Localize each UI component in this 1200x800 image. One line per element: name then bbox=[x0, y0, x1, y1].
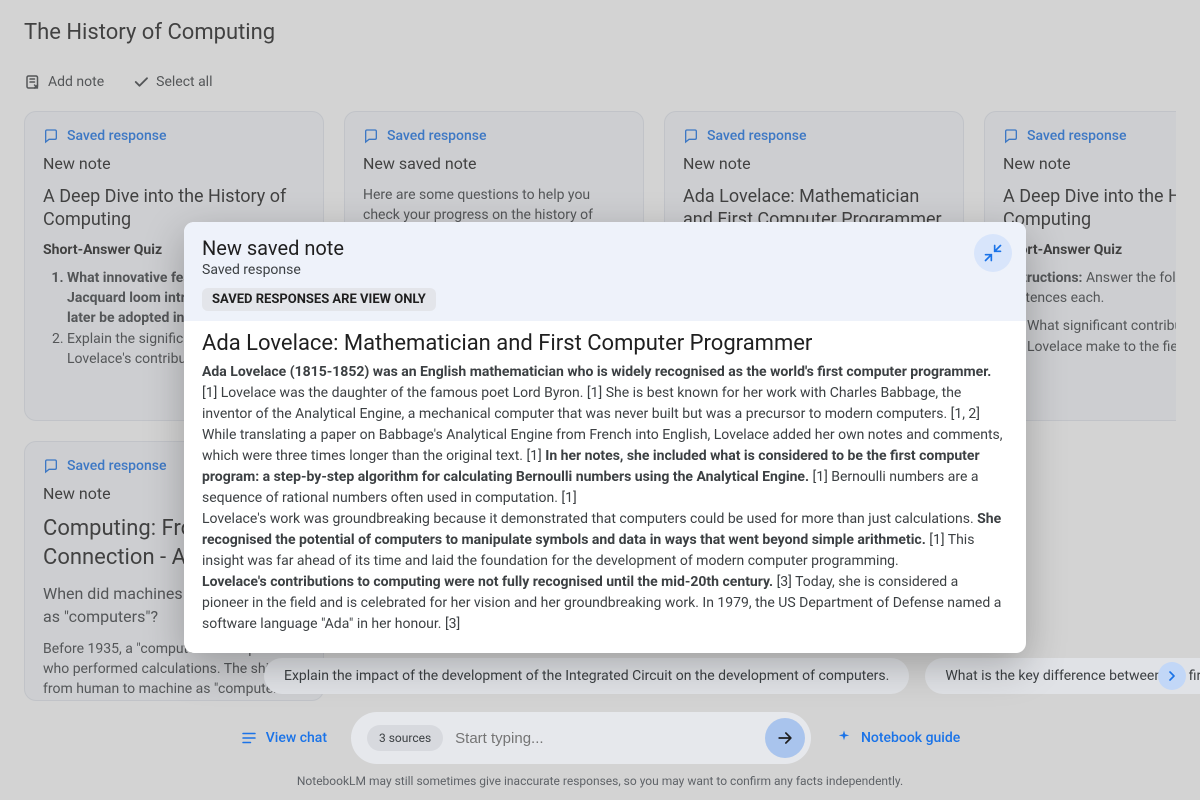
modal-text: Ada Lovelace (1815-1852) was an English … bbox=[202, 362, 1008, 635]
bold-run: Lovelace's contributions to computing we… bbox=[202, 574, 773, 590]
view-chat-label: View chat bbox=[266, 730, 327, 746]
scroll-right-button[interactable] bbox=[1158, 662, 1186, 690]
guide-label: Notebook guide bbox=[861, 730, 960, 746]
suggestion-chip[interactable]: Explain the impact of the development of… bbox=[264, 658, 909, 694]
disclaimer-text: NotebookLM may still sometimes give inac… bbox=[24, 774, 1176, 788]
bold-run: Ada Lovelace (1815-1852) was an English … bbox=[202, 364, 991, 380]
compose-bar: 3 sources bbox=[351, 712, 811, 764]
chat-lines-icon bbox=[240, 729, 258, 747]
notebook-guide-button[interactable]: Notebook guide bbox=[835, 729, 960, 747]
modal-paragraph: Ada Lovelace (1815-1852) was an English … bbox=[202, 362, 1008, 425]
note-modal: New saved note Saved response SAVED RESP… bbox=[184, 222, 1026, 653]
collapse-button[interactable] bbox=[974, 234, 1012, 272]
modal-paragraph: Lovelace's work was groundbreaking becau… bbox=[202, 509, 1008, 572]
modal-header: New saved note Saved response SAVED RESP… bbox=[184, 222, 1026, 321]
compose-row: View chat 3 sources Notebook guide bbox=[24, 712, 1176, 764]
view-chat-button[interactable]: View chat bbox=[240, 729, 327, 747]
sources-count-chip[interactable]: 3 sources bbox=[367, 725, 443, 751]
compose-input[interactable] bbox=[455, 730, 753, 747]
bottom-bar: Explain the impact of the development of… bbox=[0, 658, 1200, 800]
modal-paragraph: While translating a paper on Babbage's A… bbox=[202, 425, 1008, 509]
modal-paragraph: Lovelace's contributions to computing we… bbox=[202, 572, 1008, 635]
modal-subtitle: Saved response bbox=[202, 262, 1008, 278]
collapse-icon bbox=[983, 243, 1003, 263]
send-button[interactable] bbox=[765, 718, 805, 758]
suggestion-chips-row: Explain the impact of the development of… bbox=[24, 658, 1176, 694]
modal-title: New saved note bbox=[202, 236, 1008, 260]
modal-heading: Ada Lovelace: Mathematician and First Co… bbox=[202, 331, 1008, 356]
view-only-badge: SAVED RESPONSES ARE VIEW ONLY bbox=[202, 288, 436, 311]
text-run: [1] Lovelace was the daughter of the fam… bbox=[202, 385, 980, 422]
modal-body: Ada Lovelace: Mathematician and First Co… bbox=[184, 321, 1026, 653]
text-run: Lovelace's work was groundbreaking becau… bbox=[202, 511, 977, 527]
sparkle-icon bbox=[835, 729, 853, 747]
